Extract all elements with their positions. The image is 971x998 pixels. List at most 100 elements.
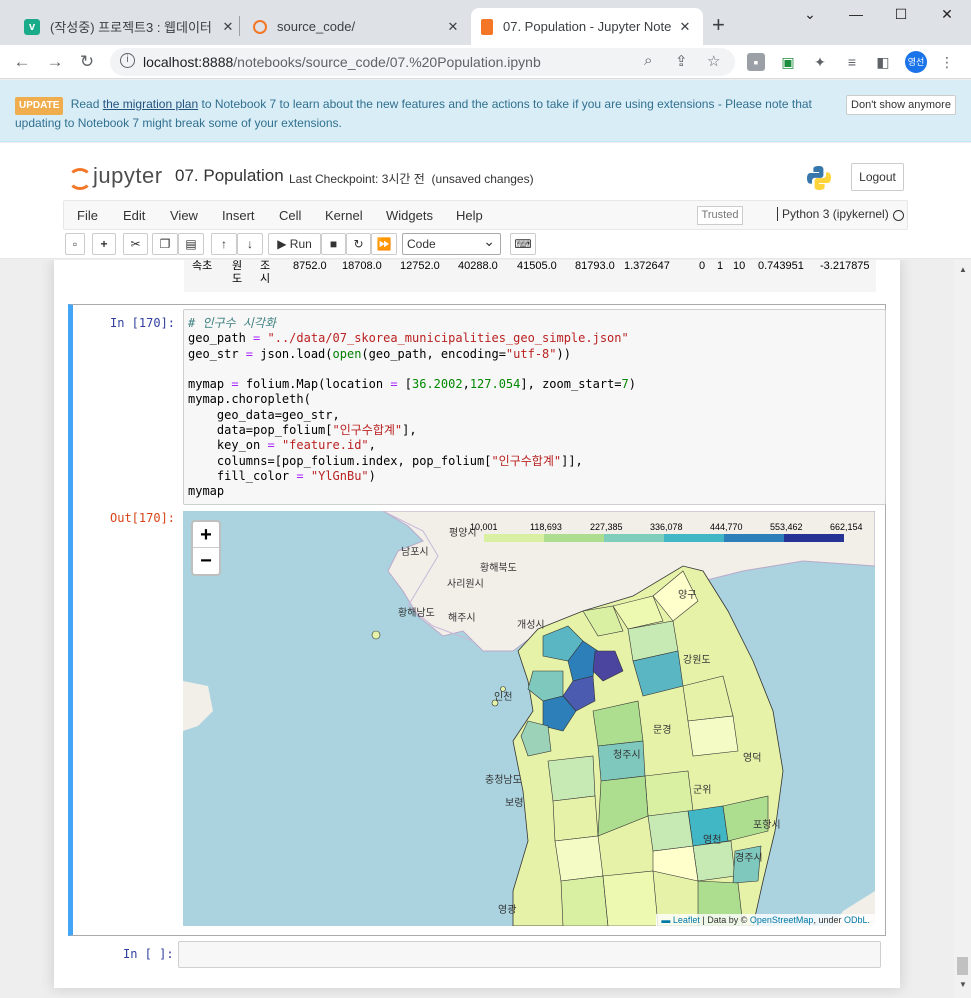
code-line: geo_path = "../data/07_skorea_municipali… <box>188 331 629 346</box>
cell-type-select[interactable]: Code <box>402 231 501 255</box>
insert-cell-icon[interactable]: + <box>92 233 116 255</box>
table-cell: 8752.0 <box>293 260 327 272</box>
reload-icon[interactable]: ↻ <box>76 51 98 73</box>
code-cell-selected[interactable]: In [170]: # 인구수 시각화 geo_path = "../data/0… <box>68 304 886 936</box>
extension-screen-icon[interactable]: ▣ <box>779 53 797 71</box>
v-favicon-icon: v <box>24 18 40 35</box>
tab-title: source_code/ <box>277 19 356 34</box>
legend-color-swatch <box>784 534 844 542</box>
code-line: key_on = "feature.id", <box>188 438 376 453</box>
move-up-icon[interactable]: ↑ <box>211 233 237 255</box>
python-logo-icon <box>807 166 831 190</box>
copy-icon[interactable]: ❐ <box>152 233 178 255</box>
scroll-up-arrow-icon[interactable]: ▲ <box>959 265 967 274</box>
odbl-link[interactable]: ODbL. <box>844 915 870 925</box>
close-tab-icon[interactable]: ✕ <box>445 19 461 35</box>
jupyter-favicon-icon <box>253 19 267 34</box>
zoom-icon[interactable]: ⌕ <box>644 52 652 69</box>
interrupt-icon[interactable]: ■ <box>321 233 346 255</box>
maximize-icon[interactable]: ☐ <box>891 6 911 24</box>
map-label: 사리원시 <box>447 579 484 590</box>
new-tab-button[interactable]: + <box>712 14 725 36</box>
menu-edit[interactable]: Edit <box>123 208 145 223</box>
restart-run-all-icon[interactable]: ⏩ <box>371 233 397 255</box>
legend-tick-label: 227,385 <box>590 522 623 532</box>
menu-file[interactable]: File <box>77 208 98 223</box>
map-label: 경주시 <box>735 853 763 864</box>
map-zoom-control: + − <box>191 520 221 576</box>
command-palette-icon[interactable]: ⌨ <box>510 233 536 255</box>
side-panel-icon[interactable]: ◧ <box>874 53 892 71</box>
restart-icon[interactable]: ↻ <box>346 233 371 255</box>
scrollbar-thumb[interactable] <box>957 957 968 975</box>
tab-title: (작성중) 프로젝트3 : 웹데이터 <box>50 20 212 35</box>
table-cell: 속초 <box>192 260 213 272</box>
page-scrollbar[interactable] <box>954 260 971 998</box>
code-editor[interactable]: # 인구수 시각화 geo_path = "../data/07_skorea_m… <box>183 309 886 505</box>
menu-view[interactable]: View <box>170 208 198 223</box>
extension-avatar-icon[interactable]: ▪ <box>747 53 765 71</box>
legend-tick-label: 10,001 <box>470 522 498 532</box>
close-tab-icon[interactable]: ✕ <box>220 19 236 35</box>
menu-widgets[interactable]: Widgets <box>386 208 433 223</box>
table-cell: 0 <box>699 260 706 272</box>
bookmark-star-icon[interactable]: ☆ <box>707 52 720 70</box>
menu-cell[interactable]: Cell <box>279 208 301 223</box>
share-icon[interactable]: ⇪ <box>675 52 688 70</box>
zoom-out-button[interactable]: − <box>193 548 219 574</box>
dont-show-anymore-button[interactable]: Don't show anymore <box>846 95 956 115</box>
leaflet-link[interactable]: Leaflet <box>673 915 700 925</box>
legend-tick-label: 444,770 <box>710 522 743 532</box>
save-icon[interactable]: ▫ <box>65 233 85 255</box>
logout-button[interactable]: Logout <box>851 163 904 191</box>
menu-bar: File Edit View Insert Cell Kernel Widget… <box>63 200 908 230</box>
tab-source-code[interactable]: source_code/ ✕ <box>243 8 471 45</box>
notebook-toolbar: ▫ + ✂ ❐ ▤ ↑ ↓ ▶ Run ■ ↻ ⏩ Code ⌨ <box>63 231 923 257</box>
trusted-indicator[interactable]: Trusted <box>697 206 743 225</box>
close-tab-icon[interactable]: ✕ <box>677 19 693 35</box>
run-button[interactable]: ▶ Run <box>268 233 321 255</box>
code-line: fill_color = "YlGnBu") <box>188 468 376 483</box>
forward-icon[interactable]: → <box>44 51 66 73</box>
notebook-name[interactable]: 07. Population <box>175 166 284 186</box>
table-cell: 41505.0 <box>517 260 557 272</box>
tab-search-icon[interactable]: ⌄ <box>800 6 820 24</box>
tab-population[interactable]: 07. Population - Jupyter Notel ✕ <box>471 8 703 45</box>
legend-color-bar <box>484 534 844 542</box>
code-line: mymap <box>188 484 225 499</box>
menu-insert[interactable]: Insert <box>222 208 255 223</box>
osm-link[interactable]: OpenStreetMap <box>750 915 814 925</box>
map-label: 군위 <box>693 785 712 796</box>
menu-kernel[interactable]: Kernel <box>325 208 363 223</box>
info-icon[interactable]: i <box>120 53 135 68</box>
menu-help[interactable]: Help <box>456 208 483 223</box>
profile-avatar[interactable]: 영선 <box>905 51 927 73</box>
code-cell-empty[interactable]: In [ ]: <box>68 938 886 974</box>
extensions-puzzle-icon[interactable]: ✦ <box>811 53 829 71</box>
folium-map[interactable]: 평양시 남포시 황해북도 사리원시 황해남도 해주시 개성시 인천 강원도 충청… <box>183 511 875 926</box>
move-down-icon[interactable]: ↓ <box>237 233 263 255</box>
map-label: 개성시 <box>517 620 545 631</box>
zoom-in-button[interactable]: + <box>193 522 219 548</box>
code-text: # 인구수 시각화 geo_path = "../data/07_skorea_m… <box>188 316 636 500</box>
kernel-idle-icon <box>893 210 904 221</box>
scroll-down-arrow-icon[interactable]: ▼ <box>959 980 967 989</box>
tab-project[interactable]: v (작성중) 프로젝트3 : 웹데이터 ✕ <box>14 8 246 45</box>
jupyter-logo[interactable]: jupyter <box>67 163 163 190</box>
address-bar[interactable]: i localhost:8888/notebooks/source_code/0… <box>110 48 735 76</box>
cut-icon[interactable]: ✂ <box>123 233 148 255</box>
code-editor-empty[interactable] <box>178 941 881 968</box>
notebook-site[interactable]: 속초 원 도 조 시 8752.0 18708.0 12752.0 40288.… <box>0 260 971 998</box>
menu-kebab-icon[interactable]: ⋮ <box>938 53 956 71</box>
back-icon[interactable]: ← <box>11 51 33 73</box>
minimize-icon[interactable]: — <box>846 6 866 24</box>
media-queue-icon[interactable]: ≡ <box>843 53 861 71</box>
legend-color-swatch <box>604 534 664 542</box>
map-label: 영덕 <box>743 753 762 764</box>
close-window-icon[interactable]: ✕ <box>937 6 957 24</box>
migration-plan-link[interactable]: the migration plan <box>103 97 198 111</box>
notebook-favicon-icon <box>481 18 493 35</box>
paste-icon[interactable]: ▤ <box>178 233 204 255</box>
china-coast <box>183 681 213 731</box>
checkpoint-status: Last Checkpoint: 3시간 전 (unsaved changes) <box>289 172 534 186</box>
